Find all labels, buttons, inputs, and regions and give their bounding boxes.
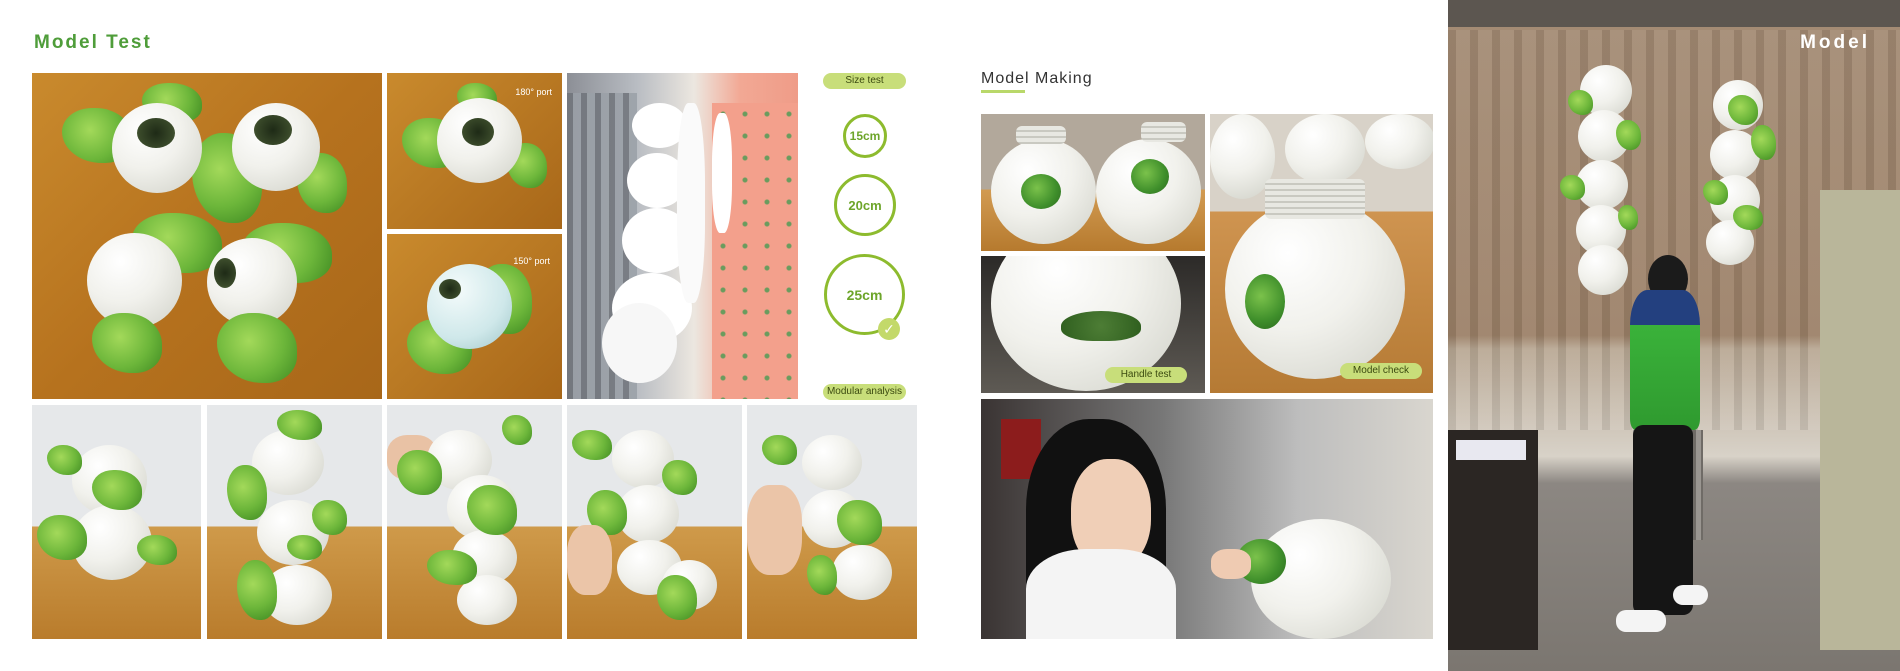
handle-test-label: Handle test [1105,367,1187,383]
size-circle-15cm: 15cm [843,114,887,158]
photo-stack-3 [387,405,562,639]
photo-stack-2 [207,405,382,639]
check-icon: ✓ [878,318,900,340]
size-circle-20cm-label: 20cm [848,197,882,213]
model-title: Model [1800,32,1870,53]
photo-180-port: 180° port [387,73,562,229]
model-test-title: Model Test [34,32,152,53]
modular-analysis-label: Modular analysis [823,384,906,400]
model-making-title: Model Making [981,70,1093,87]
size-circle-15cm-label: 15cm [849,129,881,143]
model-check-label: Model check [1340,363,1422,379]
photo-handle-test: Handle test [981,256,1205,393]
photo-150-port: 150° port [387,234,562,399]
port-180-label: 180° port [515,87,552,97]
size-test-label: Size test [823,73,906,89]
photo-installation: Model [1448,0,1900,671]
photo-stack-1 [32,405,201,639]
photo-four-planters [32,73,382,399]
port-150-label: 150° port [513,256,550,266]
model-making-underline [981,90,1025,93]
photo-stack-4 [567,405,742,639]
size-circle-25cm-label: 25cm [846,286,883,303]
size-circle-20cm: 20cm [834,174,896,236]
photo-model-check: Model check [1210,114,1433,393]
photo-stack-5 [747,405,917,639]
photo-two-spheres [981,114,1205,251]
photo-paper-circles [567,73,798,399]
photo-woman-with-model [981,399,1433,639]
